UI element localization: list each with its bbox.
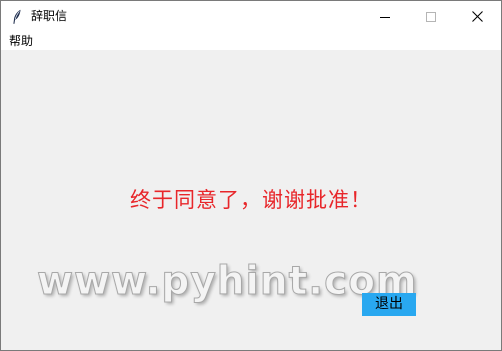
- exit-button[interactable]: 退出: [362, 293, 416, 316]
- close-icon: [471, 7, 483, 26]
- menu-item-help[interactable]: 帮助: [8, 33, 34, 49]
- minimize-button[interactable]: [362, 1, 408, 32]
- minimize-icon: [380, 7, 390, 26]
- feather-icon: [11, 9, 23, 25]
- message-text: 终于同意了，谢谢批准！: [130, 188, 372, 212]
- app-window: 辞职信 帮助 终于同意了，谢谢批准！ www.pyhint.com 退出: [0, 0, 502, 351]
- menu-bar: 帮助: [1, 32, 501, 50]
- close-button[interactable]: [454, 1, 500, 32]
- watermark-text: www.pyhint.com: [37, 259, 418, 305]
- window-title: 辞职信: [31, 9, 68, 23]
- main-content: 终于同意了，谢谢批准！ www.pyhint.com 退出: [1, 50, 501, 350]
- maximize-icon: [426, 7, 436, 26]
- maximize-button[interactable]: [408, 1, 454, 32]
- title-bar[interactable]: 辞职信: [1, 1, 501, 32]
